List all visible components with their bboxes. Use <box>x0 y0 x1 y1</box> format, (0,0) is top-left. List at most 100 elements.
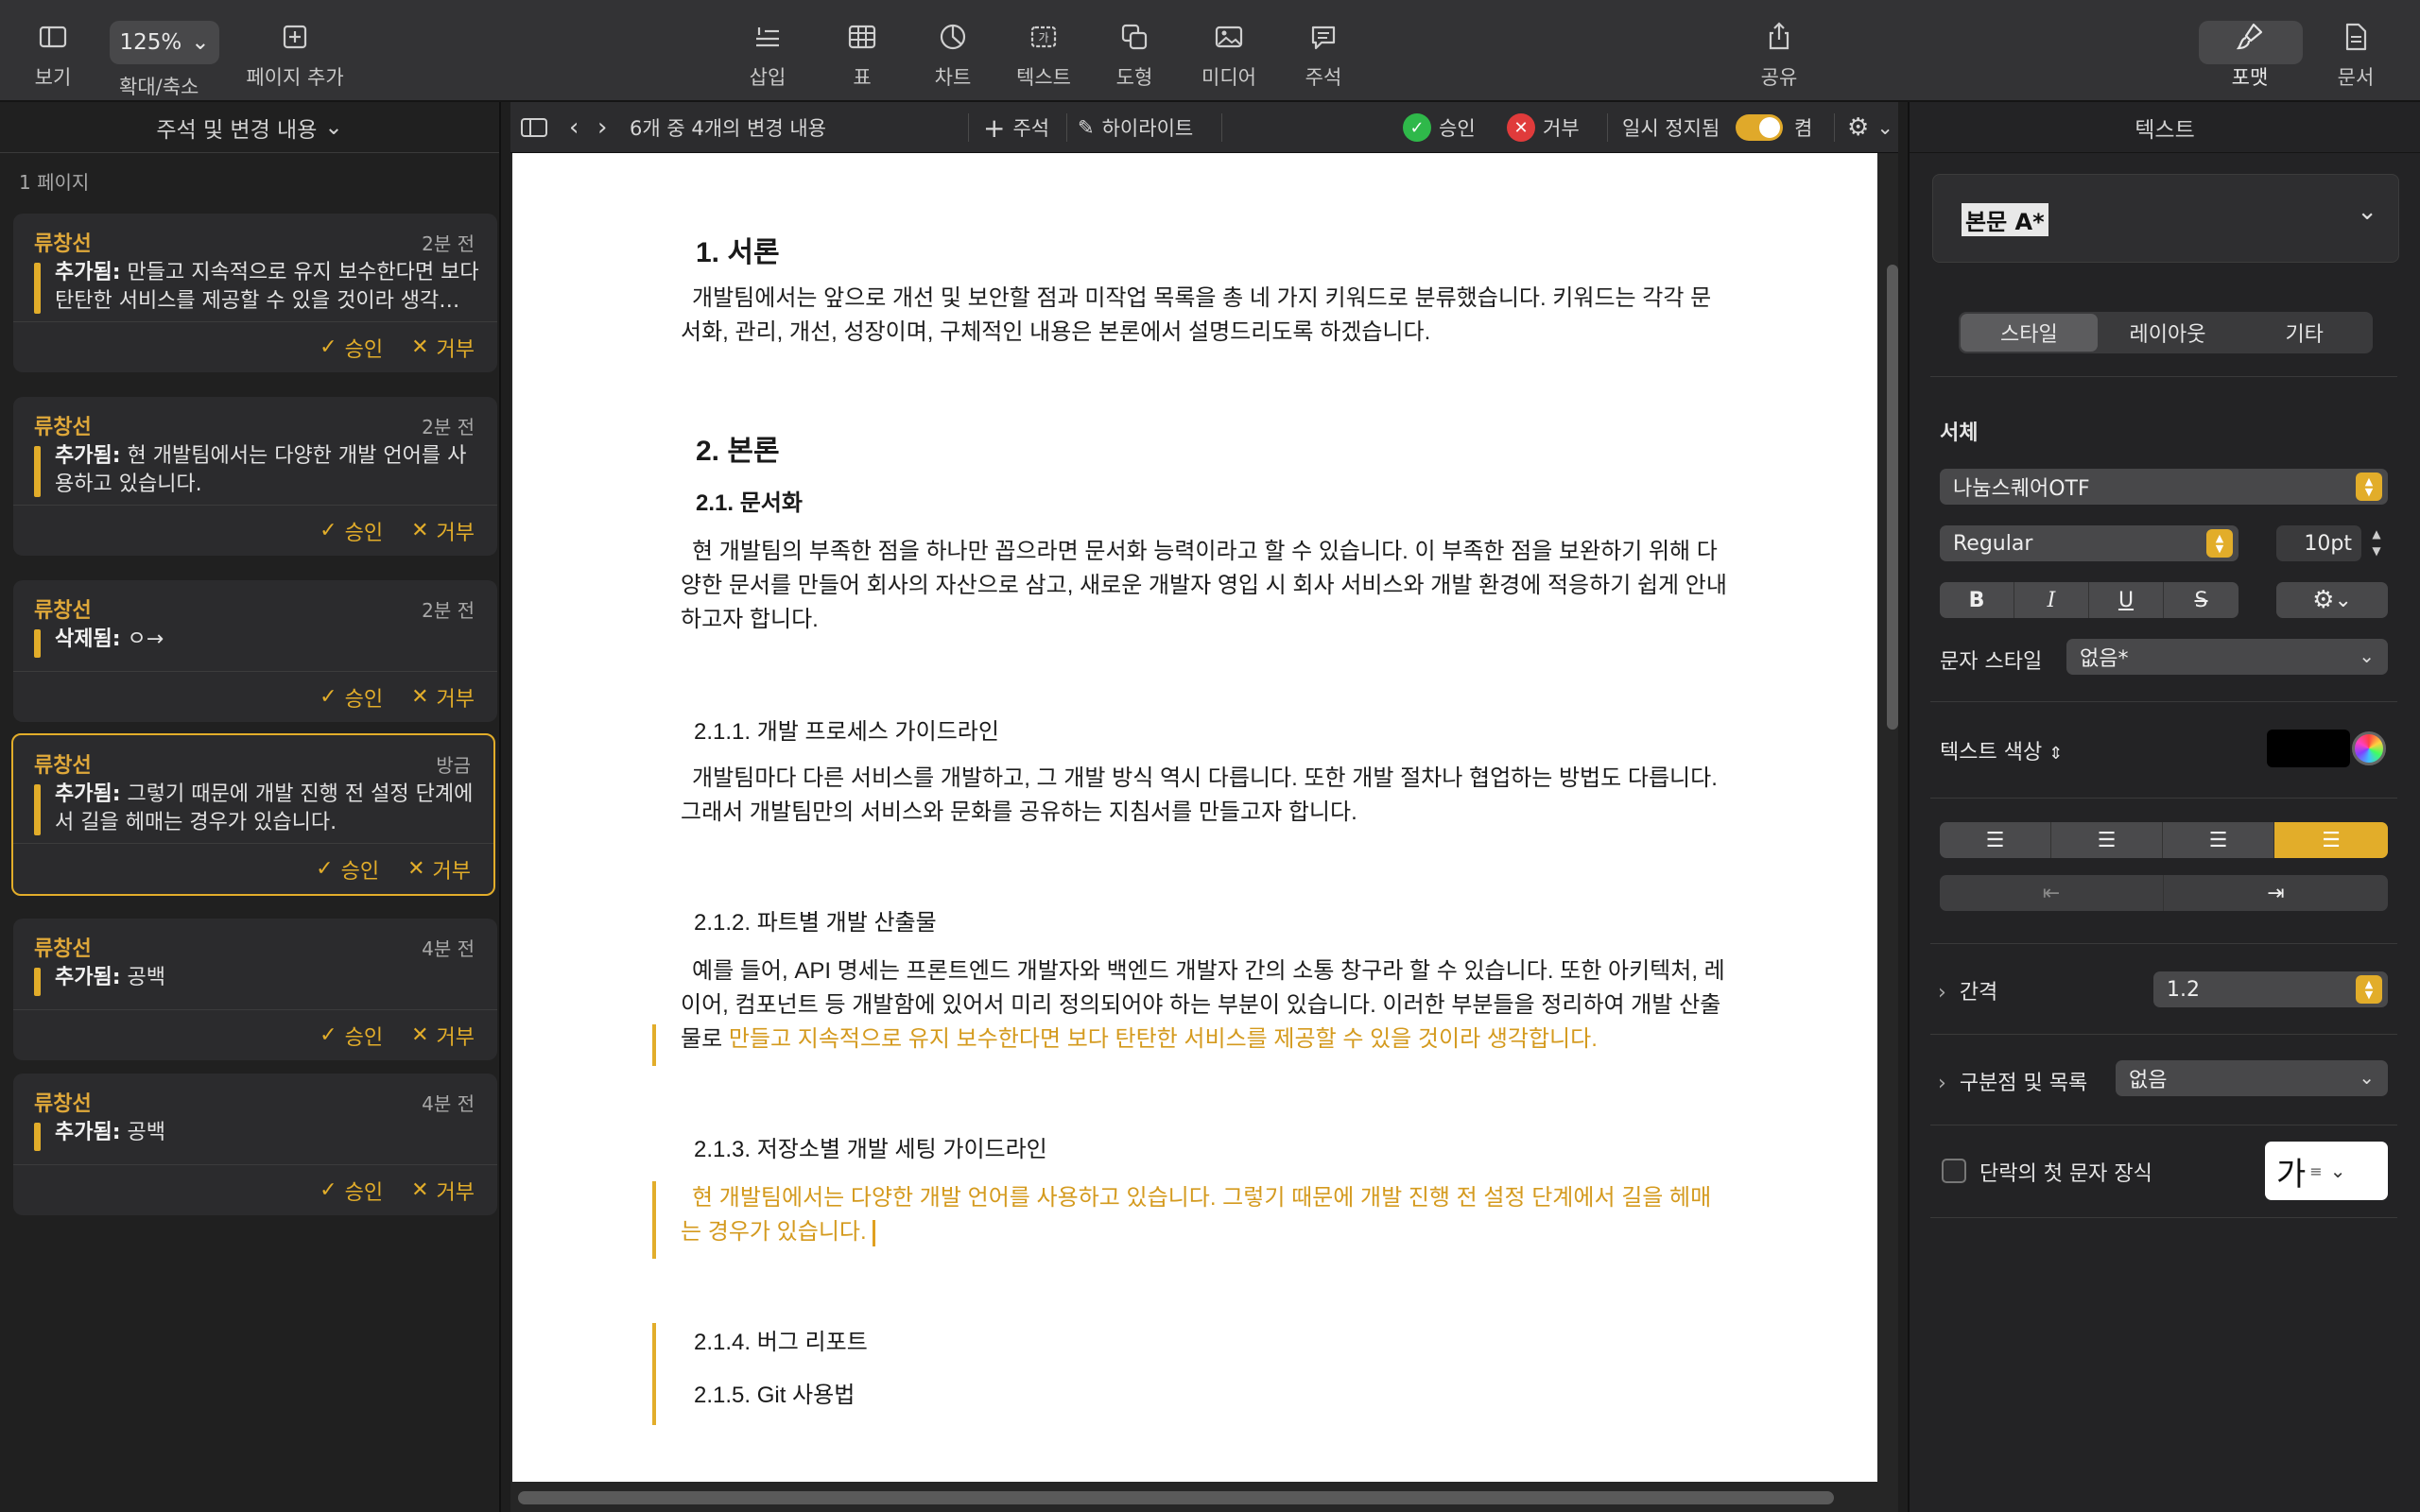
spacing-disclosure[interactable]: › 간격 <box>1938 975 1997 1005</box>
paragraph-repo[interactable]: 현 개발팀에서는 다양한 개발 언어를 사용하고 있습니다. 그렇기 때문에 개… <box>681 1181 1730 1249</box>
format-button[interactable]: 포맷 <box>2193 15 2307 91</box>
change-card[interactable]: 류창선 2분 전 삭제됨: ㅇ→ ✓ 승인 ✕ 거부 <box>13 580 497 722</box>
accept-change-button[interactable]: ✓ 승인 <box>320 682 383 713</box>
change-description: 삭제됨: ㅇ→ <box>55 626 480 654</box>
paragraph-style-name: 본문 A* <box>1962 203 2048 236</box>
bold-button[interactable]: B <box>1940 582 2014 618</box>
reject-change-button[interactable]: ✕ 거부 <box>411 516 475 546</box>
char-style-select[interactable]: 없음* ⌄ <box>2066 639 2388 675</box>
change-description: 추가됨: 공백 <box>55 1119 480 1147</box>
reject-change-button[interactable]: ✕ 거부 <box>407 854 471 885</box>
underline-button[interactable]: U <box>2089 582 2164 618</box>
dropcap-checkbox[interactable] <box>1942 1159 1966 1183</box>
reject-change-button[interactable]: ✕ 거부 <box>411 1176 475 1206</box>
change-kind: 삭제됨: <box>55 627 121 651</box>
change-kind: 추가됨: <box>55 782 121 806</box>
paragraph-process[interactable]: 개발팀마다 다른 서비스를 개발하고, 그 개발 방식 역시 다릅니다. 또한 … <box>681 762 1730 830</box>
change-card[interactable]: 류창선 4분 전 추가됨: 공백 ✓ 승인 ✕ 거부 <box>13 919 497 1060</box>
chevron-down-icon: ⌄ <box>2359 1066 2375 1089</box>
paragraph-docs[interactable]: 현 개발팀의 부족한 점을 하나만 꼽으라면 문서화 능력이라고 할 수 있습니… <box>681 535 1730 637</box>
paragraph-style-select[interactable]: 본문 A* ⌄ <box>1932 174 2399 263</box>
reject-change-button[interactable]: ✕ 거부 <box>411 682 475 713</box>
accept-change-button[interactable]: ✓ 승인 <box>320 516 383 546</box>
vertical-scrollbar[interactable] <box>1887 265 1898 730</box>
table-icon <box>845 15 879 59</box>
italic-button[interactable]: I <box>2014 582 2089 618</box>
reject-change-button[interactable]: ✕ 거부 <box>411 1021 475 1051</box>
align-left-icon: ☰ <box>1985 828 2005 852</box>
decrease-indent-button[interactable]: ⇤ <box>1940 875 2164 911</box>
divider <box>1607 113 1608 142</box>
change-card[interactable]: 류창선 4분 전 추가됨: 공백 ✓ 승인 ✕ 거부 <box>13 1074 497 1215</box>
heading-bug: 2.1.4. 버그 리포트 <box>694 1330 868 1355</box>
font-size-stepper[interactable]: ▲ ▼ <box>2367 525 2386 561</box>
align-left-button[interactable]: ☰ <box>1940 822 2051 858</box>
align-justify-button[interactable]: ☰ <box>2274 822 2388 858</box>
comment-button[interactable]: 주석 <box>1267 15 1380 91</box>
tracking-on-label: 켬 <box>1794 117 1813 140</box>
change-bar <box>34 629 41 658</box>
dropcap-style-select[interactable]: 가 ≡ ⌄ <box>2265 1142 2388 1200</box>
text-options-button[interactable]: ⚙ ⌄ <box>2276 582 2388 618</box>
align-right-button[interactable]: ☰ <box>2163 822 2274 858</box>
document-page[interactable]: 1. 서론 개발팀에서는 앞으로 개선 및 보안할 점과 미작업 목록을 총 네… <box>512 153 1877 1482</box>
tracking-toggle[interactable] <box>1736 102 1783 153</box>
accept-change-button[interactable]: ✓ 승인 <box>320 1021 383 1051</box>
change-bar <box>34 446 41 497</box>
chevron-down-icon: ⌄ <box>2357 198 2377 226</box>
dropcap-preview: 가 <box>2276 1155 2307 1194</box>
align-right-icon: ☰ <box>2208 828 2228 852</box>
align-center-button[interactable]: ☰ <box>2051 822 2163 858</box>
increase-indent-button[interactable]: ⇥ <box>2164 875 2388 911</box>
share-button[interactable]: 공유 <box>1722 15 1836 91</box>
text-color-swatch[interactable] <box>2267 730 2350 767</box>
heading-output: 2.1.2. 파트별 개발 산출물 <box>694 910 937 936</box>
reject-change-button[interactable]: ✕ 거부 <box>411 333 475 363</box>
add-page-button[interactable]: 페이지 추가 <box>238 15 352 91</box>
sidebar-icon <box>521 118 547 137</box>
reject-all-button[interactable]: ✕ 거부 <box>1507 102 1580 153</box>
view-button[interactable]: 보기 <box>0 15 110 91</box>
color-wheel-icon[interactable] <box>2352 731 2386 765</box>
change-card[interactable]: 류창선 2분 전 추가됨: 현 개발팀에서는 다양한 개발 언어를 사용하고 있… <box>13 397 497 556</box>
zoom-select[interactable]: 125% ⌄ <box>110 21 219 64</box>
add-comment-button[interactable]: + 주석 <box>983 102 1049 153</box>
change-kind: 추가됨: <box>55 444 121 468</box>
document-button[interactable]: 문서 <box>2299 15 2412 91</box>
accept-change-button[interactable]: ✓ 승인 <box>320 333 383 363</box>
updown-chevron-icon: ▲ ▼ <box>2206 529 2233 558</box>
changes-count: 6개 중 4개의 변경 내용 <box>630 117 826 140</box>
highlight-button[interactable]: ✎ 하이라이트 <box>1078 102 1193 153</box>
checkmark-icon: ✓ <box>320 1023 337 1047</box>
font-size-field[interactable]: 10pt <box>2276 525 2361 561</box>
close-icon: ✕ <box>411 685 429 709</box>
horizontal-scrollbar[interactable] <box>518 1491 1834 1504</box>
tracking-settings-button[interactable]: ⚙ ⌄ <box>1847 102 1893 153</box>
font-size-value: 10pt <box>2304 531 2352 556</box>
close-icon: ✕ <box>411 519 429 542</box>
strikethrough-button[interactable]: S <box>2164 582 2238 618</box>
tab-layout[interactable]: 레이아웃 <box>2100 312 2237 353</box>
change-card-selected[interactable]: 류창선 방금 추가됨: 그렇기 때문에 개발 진행 전 설정 단계에서 길을 헤… <box>11 733 495 896</box>
tab-more[interactable]: 기타 <box>2236 312 2373 353</box>
accept-all-button[interactable]: ✓ 승인 <box>1403 102 1476 153</box>
heading-intro: 1. 서론 <box>696 237 780 268</box>
changes-sidebar-header[interactable]: 주석 및 변경 내용 ⌄ <box>0 102 499 153</box>
accept-change-button[interactable]: ✓ 승인 <box>316 854 379 885</box>
sidebar-toggle-button[interactable] <box>520 102 548 153</box>
font-family-select[interactable]: 나눔스퀘어OTF ▲ ▼ <box>1940 469 2388 505</box>
bullets-disclosure[interactable]: › 구분점 및 목록 <box>1938 1066 2087 1096</box>
tab-style[interactable]: 스타일 <box>1961 314 2098 352</box>
change-card[interactable]: 류창선 2분 전 추가됨: 만들고 지속적으로 유지 보수한다면 보다 탄탄한 … <box>13 214 497 372</box>
heading-docs: 2.1. 문서화 <box>696 490 803 516</box>
paragraph-output[interactable]: 예를 들어, API 명세는 프론트엔드 개발자와 백엔드 개발자 간의 소통 … <box>681 954 1730 1057</box>
checkmark-icon: ✓ <box>320 519 337 542</box>
accept-change-button[interactable]: ✓ 승인 <box>320 1176 383 1206</box>
indent-icon: ⇥ <box>2267 881 2285 905</box>
font-weight-select[interactable]: Regular ▲ ▼ <box>1940 525 2238 561</box>
previous-change-button[interactable]: ‹ <box>569 102 579 153</box>
next-change-button[interactable]: › <box>597 102 607 153</box>
bullets-select[interactable]: 없음 ⌄ <box>2116 1060 2388 1096</box>
spacing-select[interactable]: 1.2 ▲ ▼ <box>2153 971 2388 1007</box>
paragraph-intro[interactable]: 개발팀에서는 앞으로 개선 및 보안할 점과 미작업 목록을 총 네 가지 키워… <box>681 282 1730 350</box>
